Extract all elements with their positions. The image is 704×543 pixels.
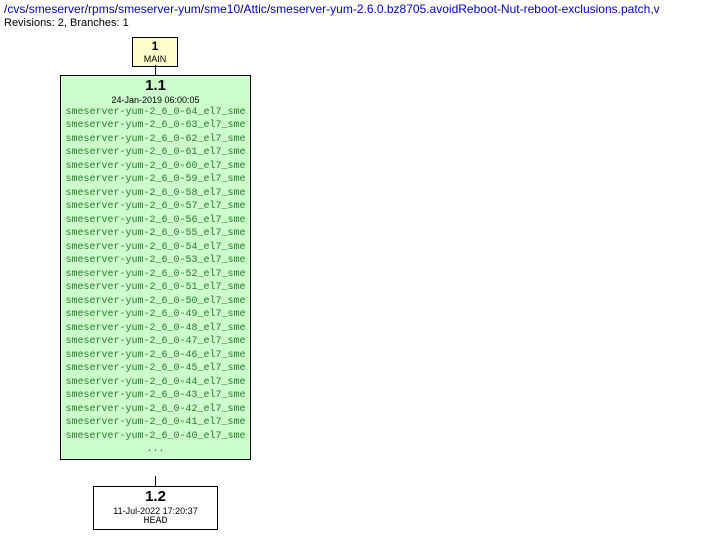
- branch-number: 1: [136, 40, 174, 54]
- revision-tag[interactable]: smeserver-yum-2_6_0-54_el7_sme: [65, 241, 246, 255]
- revision-info: Revisions: 2, Branches: 1: [4, 17, 700, 29]
- revision-tag[interactable]: smeserver-yum-2_6_0-42_el7_sme: [65, 403, 246, 417]
- revision-tag[interactable]: smeserver-yum-2_6_0-47_el7_sme: [65, 335, 246, 349]
- revision-number: 1.1: [65, 78, 246, 95]
- revision-tag[interactable]: smeserver-yum-2_6_0-64_el7_sme: [65, 106, 246, 120]
- revision-tag[interactable]: smeserver-yum-2_6_0-61_el7_sme: [65, 146, 246, 160]
- revision-tag[interactable]: smeserver-yum-2_6_0-62_el7_sme: [65, 133, 246, 147]
- revision-tag[interactable]: smeserver-yum-2_6_0-57_el7_sme: [65, 200, 246, 214]
- connector-line: [155, 476, 156, 486]
- revision-tag[interactable]: smeserver-yum-2_6_0-51_el7_sme: [65, 281, 246, 295]
- revision-date: 24-Jan-2019 06:00:05: [65, 95, 246, 105]
- revision-tag[interactable]: smeserver-yum-2_6_0-44_el7_sme: [65, 376, 246, 390]
- path-segment-link[interactable]: smeserver-yum: [118, 2, 201, 16]
- path-segment-link[interactable]: Attic: [243, 2, 266, 16]
- revision-tag[interactable]: smeserver-yum-2_6_0-49_el7_sme: [65, 308, 246, 322]
- path-segment-link[interactable]: sme10: [204, 2, 240, 16]
- branch-label: MAIN: [136, 54, 174, 64]
- revision-tag[interactable]: smeserver-yum-2_6_0-43_el7_sme: [65, 389, 246, 403]
- revision-tag[interactable]: smeserver-yum-2_6_0-45_el7_sme: [65, 362, 246, 376]
- revision-tag[interactable]: smeserver-yum-2_6_0-55_el7_sme: [65, 227, 246, 241]
- header: /cvs/smeserver/rpms/smeserver-yum/sme10/…: [0, 0, 704, 33]
- path-segment-link[interactable]: smeserver-yum-2.6.0.bz8705.avoidReboot-N…: [270, 2, 660, 16]
- path-segment-link[interactable]: smeserver: [29, 2, 85, 16]
- revision-tag[interactable]: smeserver-yum-2_6_0-46_el7_sme: [65, 349, 246, 363]
- revision-tag[interactable]: smeserver-yum-2_6_0-52_el7_sme: [65, 268, 246, 282]
- path-segment-link[interactable]: rpms: [88, 2, 115, 16]
- revision-tag[interactable]: smeserver-yum-2_6_0-60_el7_sme: [65, 160, 246, 174]
- head-tag[interactable]: HEAD: [100, 516, 211, 527]
- revision-tag[interactable]: smeserver-yum-2_6_0-59_el7_sme: [65, 173, 246, 187]
- revision-tag[interactable]: smeserver-yum-2_6_0-41_el7_sme: [65, 416, 246, 430]
- revision-tag[interactable]: smeserver-yum-2_6_0-53_el7_sme: [65, 254, 246, 268]
- branch-node-main[interactable]: 1 MAIN: [132, 37, 178, 67]
- revision-tag[interactable]: smeserver-yum-2_6_0-50_el7_sme: [65, 295, 246, 309]
- revision-number: 1.2: [100, 489, 211, 506]
- path-segment-link[interactable]: cvs: [7, 2, 25, 16]
- revision-date: 11-Jul-2022 17:20:37: [100, 506, 211, 516]
- path-breadcrumb: /cvs/smeserver/rpms/smeserver-yum/sme10/…: [4, 2, 700, 16]
- revision-tag[interactable]: smeserver-yum-2_6_0-48_el7_sme: [65, 322, 246, 336]
- revision-tag[interactable]: smeserver-yum-2_6_0-63_el7_sme: [65, 119, 246, 133]
- revision-tag[interactable]: smeserver-yum-2_6_0-58_el7_sme: [65, 187, 246, 201]
- revision-node-1_2[interactable]: 1.2 11-Jul-2022 17:20:37 HEAD: [93, 486, 218, 530]
- connector-line: [155, 65, 156, 75]
- revision-tag[interactable]: smeserver-yum-2_6_0-40_el7_sme: [65, 430, 246, 444]
- revision-node-1_1[interactable]: 1.1 24-Jan-2019 06:00:05 smeserver-yum-2…: [60, 75, 251, 460]
- more-tags-ellipsis[interactable]: ...: [65, 443, 246, 457]
- revision-tag[interactable]: smeserver-yum-2_6_0-56_el7_sme: [65, 214, 246, 228]
